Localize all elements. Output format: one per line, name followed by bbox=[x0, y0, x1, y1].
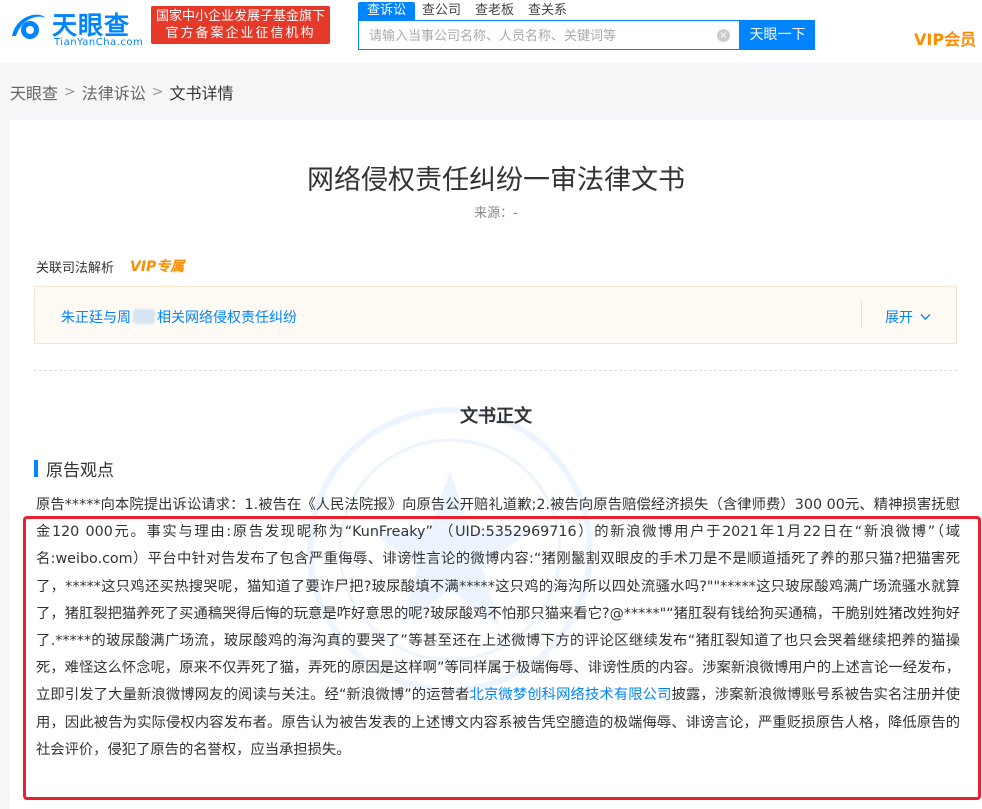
search-input[interactable] bbox=[367, 21, 711, 51]
breadcrumb: 天眼查 > 法律诉讼 > 文书详情 bbox=[10, 80, 234, 104]
gov-badge[interactable]: 国家中小企业发展子基金旗下 官方备案企业征信机构 bbox=[151, 6, 330, 44]
expand-label: 展开 bbox=[885, 310, 913, 326]
logo-eye-icon bbox=[12, 14, 46, 39]
related-case-box: 朱正廷与周 相关网络侵权责任纠纷 展开 bbox=[34, 286, 957, 344]
tab-relation[interactable]: 查关系 bbox=[521, 2, 574, 20]
document-body: 原告*****向本院提出诉讼请求：1.被告在《人民法院报》向原告公开赔礼道歉;2… bbox=[36, 492, 960, 764]
section-title: 文书正文 bbox=[460, 406, 532, 427]
chevron-down-icon bbox=[920, 314, 931, 320]
related-case-text-2: 相关网络侵权责任纠纷 bbox=[157, 310, 297, 326]
gov-badge-line2: 官方备案企业征信机构 bbox=[165, 26, 316, 41]
document-title: 网络侵权责任纠纷一审法律文书 bbox=[307, 165, 685, 196]
site-logo[interactable]: 天眼查 TianYanCha.com bbox=[8, 6, 148, 50]
tab-lawsuit[interactable]: 查诉讼 bbox=[358, 2, 416, 20]
analysis-label: 关联司法解析 bbox=[36, 261, 115, 276]
top-header: 天眼查 TianYanCha.com 国家中小企业发展子基金旗下 官方备案企业征… bbox=[0, 0, 982, 63]
tab-boss[interactable]: 查老板 bbox=[468, 2, 521, 20]
document-source: 来源：- bbox=[474, 206, 518, 221]
search-button[interactable]: 天眼一下 bbox=[740, 20, 815, 50]
clear-icon[interactable]: × bbox=[717, 29, 730, 42]
vip-exclusive-tag: VIP专属 bbox=[130, 259, 185, 275]
divider bbox=[861, 301, 862, 329]
body-text-part1: 原告*****向本院提出诉讼请求：1.被告在《人民法院报》向原告公开赔礼道歉;2… bbox=[36, 497, 960, 704]
redacted-name bbox=[133, 309, 155, 324]
search-tabs: 查诉讼 查公司 查老板 查关系 bbox=[358, 2, 574, 20]
expand-button[interactable]: 展开 bbox=[885, 307, 931, 327]
plaintiff-heading: 原告观点 bbox=[34, 456, 114, 481]
breadcrumb-separator: > bbox=[64, 84, 76, 100]
breadcrumb-current: 文书详情 bbox=[169, 84, 234, 103]
section-divider bbox=[34, 370, 957, 371]
breadcrumb-separator: > bbox=[151, 84, 164, 100]
breadcrumb-lawsuit[interactable]: 法律诉讼 bbox=[82, 80, 146, 104]
related-case-text-1: 朱正廷与周 bbox=[61, 310, 131, 326]
search-box: × bbox=[358, 20, 740, 51]
logo-domain: TianYanCha.com bbox=[54, 37, 144, 48]
tab-company[interactable]: 查公司 bbox=[415, 2, 468, 20]
vip-member-link[interactable]: VIP会员 bbox=[914, 26, 976, 50]
company-link[interactable]: 北京微梦创科网络技术有限公司 bbox=[470, 687, 672, 703]
heading-accent-bar bbox=[34, 460, 38, 477]
related-case-link[interactable]: 朱正廷与周 相关网络侵权责任纠纷 bbox=[61, 307, 297, 327]
plaintiff-heading-text: 原告观点 bbox=[46, 461, 114, 481]
breadcrumb-home[interactable]: 天眼查 bbox=[10, 80, 58, 104]
gov-badge-line1: 国家中小企业发展子基金旗下 bbox=[155, 9, 325, 24]
document-card: 网络侵权责任纠纷一审法律文书 来源：- 关联司法解析 VIP专属 朱正廷与周 相关… bbox=[10, 120, 982, 809]
